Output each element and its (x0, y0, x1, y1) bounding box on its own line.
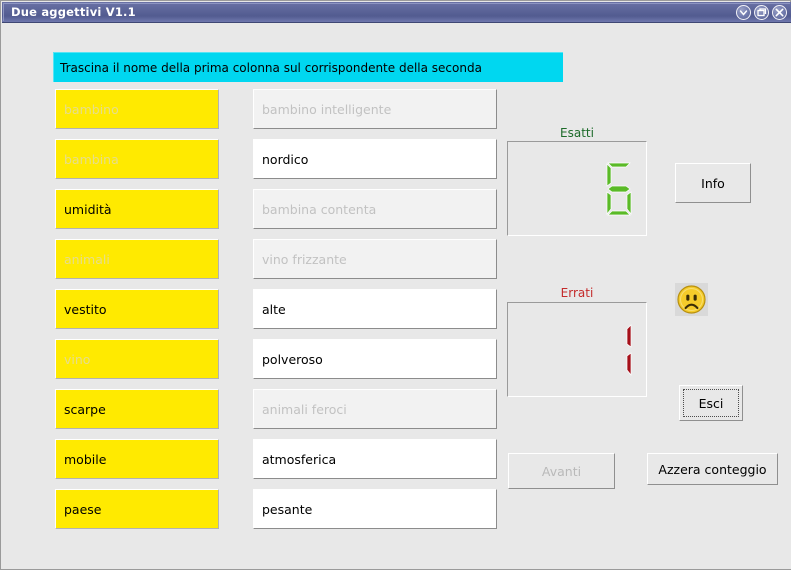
noun-tile-label: animali (64, 251, 110, 267)
phrase-slot[interactable]: polveroso (253, 339, 497, 379)
phrase-slot-label: animali feroci (262, 401, 347, 417)
noun-tile[interactable]: scarpe (55, 389, 219, 429)
phrase-slot-label: polveroso (262, 351, 323, 367)
noun-tile[interactable]: vestito (55, 289, 219, 329)
maximize-button[interactable] (754, 5, 769, 20)
next-button-label: Avanti (541, 463, 582, 479)
correct-score-box (507, 141, 647, 236)
noun-tile-label: vino (64, 351, 91, 367)
noun-tile[interactable]: paese (55, 489, 219, 529)
noun-tile-label: bambina (64, 151, 119, 167)
phrase-slot-matched: bambino intelligente (253, 89, 497, 129)
wrong-score-digit (604, 323, 634, 377)
phrase-slot-label: pesante (262, 501, 313, 517)
noun-tile[interactable]: umidità (55, 189, 219, 229)
noun-column: bambino bambina umidità animali vestito vino s… (55, 89, 219, 539)
phrase-slot[interactable]: alte (253, 289, 497, 329)
phrase-slot-label: nordico (262, 151, 309, 167)
phrase-slot-label: alte (262, 301, 286, 317)
phrase-slot-matched: bambina contenta (253, 189, 497, 229)
phrase-slot-label: vino frizzante (262, 251, 347, 267)
reset-count-button[interactable]: Azzera conteggio (647, 453, 778, 485)
sad-face-icon (675, 283, 708, 316)
instruction-banner: Trascina il nome della prima colonna sul… (53, 52, 563, 82)
noun-tile-matched: bambina (55, 139, 219, 179)
next-button: Avanti (508, 453, 615, 489)
window-controls (736, 5, 787, 20)
instruction-text: Trascina il nome della prima colonna sul… (60, 60, 482, 75)
application-window: Due aggettivi V1.1 Trascina il nome dell… (0, 0, 791, 570)
correct-score-digit (604, 162, 634, 216)
title-bar[interactable]: Due aggettivi V1.1 (2, 2, 791, 23)
noun-tile-label: bambino (64, 101, 119, 117)
noun-tile-matched: bambino (55, 89, 219, 129)
noun-tile-label: scarpe (64, 401, 106, 417)
minimize-button[interactable] (736, 5, 751, 20)
phrase-slot-matched: animali feroci (253, 389, 497, 429)
phrase-slot[interactable]: pesante (253, 489, 497, 529)
close-button[interactable] (772, 5, 787, 20)
info-button[interactable]: Info (675, 163, 751, 203)
noun-tile-matched: animali (55, 239, 219, 279)
client-area: Trascina il nome della prima colonna sul… (2, 23, 791, 569)
noun-tile-label: mobile (64, 451, 107, 467)
noun-tile-matched: vino (55, 339, 219, 379)
noun-tile[interactable]: mobile (55, 439, 219, 479)
wrong-score-box (507, 302, 647, 397)
noun-tile-label: paese (64, 501, 102, 517)
phrase-column: bambino intelligente nordico bambina conte… (253, 89, 497, 539)
phrase-slot[interactable]: atmosferica (253, 439, 497, 479)
noun-tile-label: vestito (64, 301, 107, 317)
phrase-slot-label: bambina contenta (262, 201, 377, 217)
wrong-score-label: Errati (560, 286, 594, 300)
phrase-slot-label: atmosferica (262, 451, 337, 467)
info-button-label: Info (701, 175, 725, 191)
phrase-slot[interactable]: nordico (253, 139, 497, 179)
phrase-slot-label: bambino intelligente (262, 101, 392, 117)
noun-tile-label: umidità (64, 201, 112, 217)
phrase-slot-matched: vino frizzante (253, 239, 497, 279)
window-title: Due aggettivi V1.1 (11, 5, 136, 19)
exit-button[interactable]: Esci (679, 385, 743, 421)
exit-button-label: Esci (698, 395, 724, 411)
reset-count-button-label: Azzera conteggio (658, 461, 767, 477)
correct-score-label: Esatti (560, 126, 594, 140)
